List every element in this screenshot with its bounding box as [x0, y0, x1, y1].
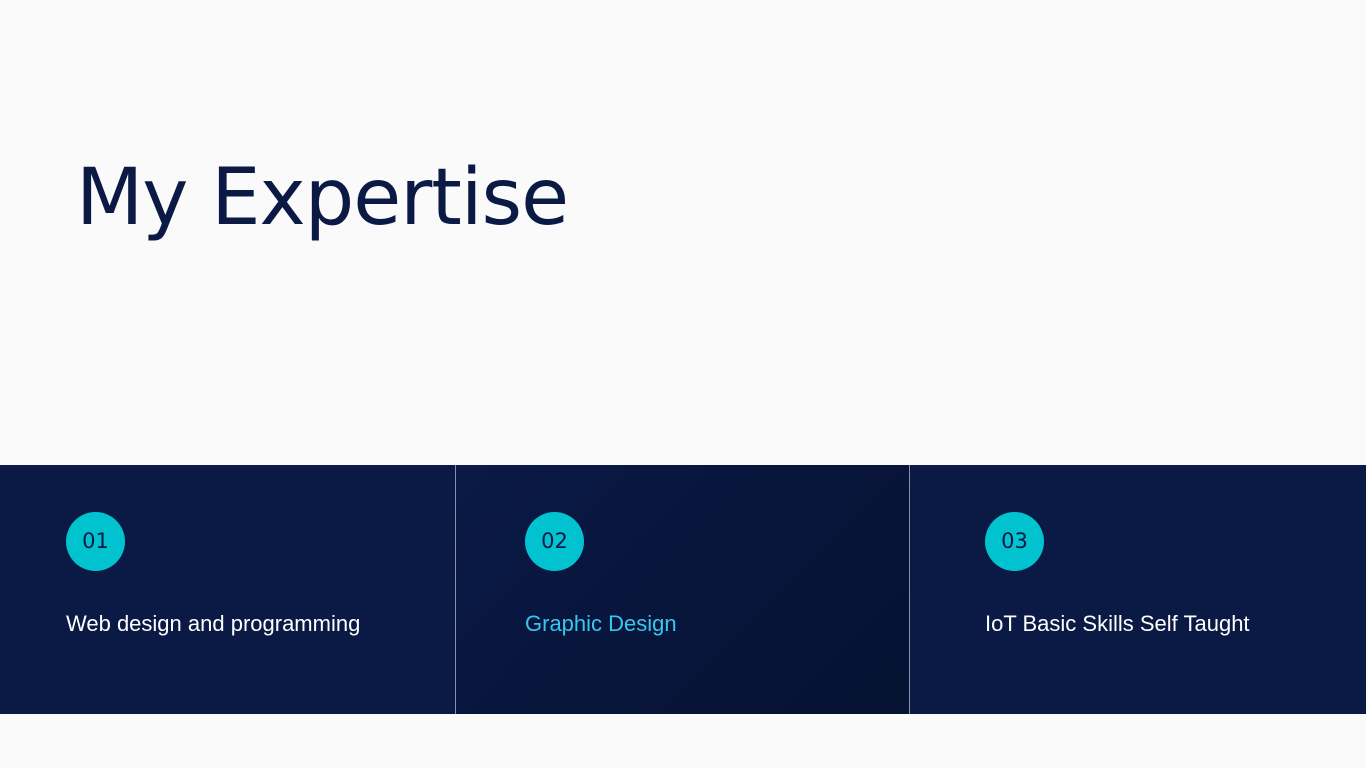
expertise-card-1: 01 Web design and programming: [0, 465, 455, 714]
expertise-label: Graphic Design: [525, 611, 677, 636]
expertise-card-2: 02 Graphic Design: [455, 465, 910, 714]
expertise-card-3: 03 IoT Basic Skills Self Taught: [910, 465, 1366, 714]
number-badge: 01: [66, 512, 125, 571]
number-badge: 03: [985, 512, 1044, 571]
number-badge: 02: [525, 512, 584, 571]
expertise-label: Web design and programming: [66, 611, 361, 636]
page-title: My Expertise: [76, 153, 569, 243]
expertise-label: IoT Basic Skills Self Taught: [985, 611, 1250, 636]
expertise-panels: 01 Web design and programming 02 Graphic…: [0, 465, 1366, 714]
